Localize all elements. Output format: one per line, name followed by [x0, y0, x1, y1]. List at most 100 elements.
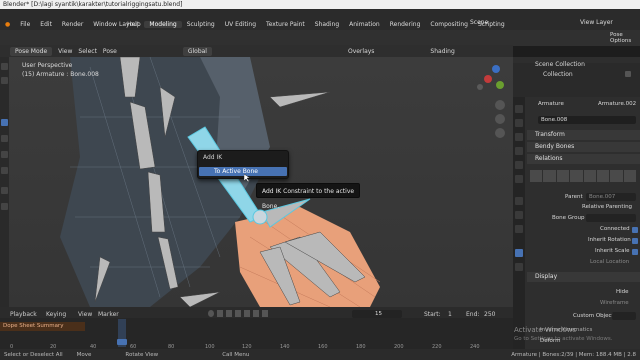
view-layer-selector[interactable]: View Layer [580, 19, 613, 26]
object-info-label: (15) Armature : Bone.008 [22, 71, 99, 78]
cursor-tool-icon[interactable] [1, 77, 8, 84]
orientation-selector[interactable]: Global [182, 46, 212, 56]
next-key-icon[interactable] [253, 310, 259, 317]
play-icon[interactable] [244, 310, 250, 317]
tab-compositing[interactable]: Compositing [425, 21, 473, 28]
jump-start-icon[interactable] [217, 310, 223, 317]
bone-group-field[interactable] [586, 214, 636, 222]
to-active-bone-item[interactable]: To Active Bone [199, 167, 287, 176]
play-reverse-icon[interactable] [235, 310, 241, 317]
hide-label: Hide [616, 289, 629, 295]
outliner: Scene Collection Collection [513, 57, 640, 97]
scene-selector[interactable]: Scene [470, 19, 488, 26]
bone-name-field[interactable]: Bone.008 [538, 116, 636, 124]
tab-texture-paint[interactable]: Texture Paint [261, 21, 310, 28]
status-stats: Armature | Bones:2/39 | Mem: 188.4 MB | … [511, 351, 636, 358]
connected-checkbox[interactable] [632, 227, 638, 233]
tab-animation[interactable]: Animation [344, 21, 385, 28]
tab-modeling[interactable]: Modeling [144, 20, 182, 28]
output-tab-icon[interactable] [515, 133, 523, 141]
mode-selector[interactable]: Pose Mode [10, 46, 53, 56]
end-frame-field[interactable]: 250 [484, 311, 495, 318]
end-label: End: [466, 311, 480, 318]
properties-tabs [513, 97, 525, 349]
tab-shading[interactable]: Shading [310, 21, 344, 28]
viewport-nav-icons[interactable] [495, 100, 505, 138]
playback-menu[interactable]: Playback [10, 311, 37, 318]
mouse-cursor-icon [243, 173, 251, 183]
tool-shelf [0, 57, 9, 307]
navigation-gizmo[interactable] [477, 65, 504, 90]
dope-sheet-summary: Dope Sheet Summary [0, 322, 85, 331]
blender-logo-icon[interactable]: ● [0, 21, 15, 28]
scene-collection-item[interactable]: Scene Collection [535, 61, 585, 68]
rotate-tool-icon[interactable] [1, 135, 8, 142]
object-tab-icon[interactable] [515, 197, 523, 205]
display-panel[interactable]: Display [527, 272, 640, 282]
custom-object-label: Custom Object [573, 313, 614, 319]
status-move-hint: Move [76, 351, 92, 358]
collection-item[interactable]: Collection [543, 71, 573, 78]
current-frame-field[interactable]: 15 [352, 310, 402, 318]
measure-tool-icon[interactable] [1, 203, 8, 210]
status-bar: Select or Deselect All Move Rotate View … [0, 349, 640, 360]
activate-windows-sub: Go to Settings to activate Windows. [514, 336, 613, 342]
pose-menu[interactable]: Pose [103, 48, 117, 55]
record-icon[interactable] [208, 310, 214, 317]
menu-render[interactable]: Render [57, 21, 88, 28]
select-tool-icon[interactable] [1, 63, 8, 70]
playhead-marker[interactable] [117, 339, 127, 345]
marker-menu[interactable]: Marker [98, 311, 119, 318]
top-bar: ● File Edit Render Window Help Layout Mo… [0, 9, 640, 46]
custom-object-field[interactable] [612, 312, 636, 320]
constraint-tab-icon[interactable] [515, 211, 523, 219]
view-layer-tab-icon[interactable] [515, 147, 523, 155]
visibility-icon[interactable] [625, 71, 631, 77]
workspace-tabs: Layout Modeling Sculpting UV Editing Tex… [114, 19, 510, 29]
prev-key-icon[interactable] [226, 310, 232, 317]
tab-uv-editing[interactable]: UV Editing [220, 21, 261, 28]
relative-parenting-label: Relative Parenting [582, 204, 633, 210]
transform-tool-icon[interactable] [1, 167, 8, 174]
bone-constraint-tab-icon[interactable] [515, 263, 523, 271]
armature-data-tab-icon[interactable] [515, 225, 523, 233]
shading-menu[interactable]: Shading [430, 48, 454, 55]
world-tab-icon[interactable] [515, 175, 523, 183]
inherit-rotation-checkbox[interactable] [632, 238, 638, 244]
menu-edit[interactable]: Edit [35, 21, 57, 28]
keying-menu[interactable]: Keying [46, 311, 66, 318]
3d-viewport[interactable]: User Perspective (15) Armature : Bone.00… [0, 57, 513, 307]
move-tool-icon[interactable] [1, 119, 8, 126]
bendy-bones-panel[interactable]: Bendy Bones [527, 142, 640, 152]
tool-tab-icon[interactable] [515, 105, 523, 113]
overlays-menu[interactable]: Overlays [348, 48, 374, 55]
inherit-rotation-label: Inherit Rotation [588, 237, 631, 243]
playback-controls[interactable] [208, 310, 278, 318]
jump-end-icon[interactable] [262, 310, 268, 317]
bone-layers-grid[interactable] [530, 170, 636, 182]
tab-layout[interactable]: Layout [114, 21, 144, 28]
select-menu[interactable]: Select [78, 48, 97, 55]
pose-options-button[interactable]: Pose Options [610, 32, 640, 44]
parent-label: Parent [565, 194, 583, 200]
menu-file[interactable]: File [15, 21, 35, 28]
window-title: Blender* [D:\lagi syantik\karakter\tutor… [0, 0, 640, 9]
annotate-tool-icon[interactable] [1, 187, 8, 194]
scale-tool-icon[interactable] [1, 151, 8, 158]
inherit-scale-checkbox[interactable] [632, 249, 638, 255]
scene-tab-icon[interactable] [515, 161, 523, 169]
render-tab-icon[interactable] [515, 119, 523, 127]
view-menu[interactable]: View [58, 48, 72, 55]
start-frame-field[interactable]: 1 [448, 311, 452, 318]
bone-tab-icon[interactable] [515, 249, 523, 257]
status-select-hint: Select or Deselect All [4, 351, 63, 358]
tab-rendering[interactable]: Rendering [385, 21, 426, 28]
relations-panel[interactable]: Relations [527, 154, 640, 164]
tab-sculpting[interactable]: Sculpting [182, 21, 220, 28]
transform-panel[interactable]: Transform [527, 130, 640, 140]
timeline-view-menu[interactable]: View [78, 311, 92, 318]
menu-title: Add IK [203, 154, 223, 161]
add-ik-menu: Add IK To Active Bone [197, 150, 289, 179]
parent-field[interactable]: Bone.007 [586, 193, 636, 201]
connected-label: Connected [600, 226, 630, 232]
